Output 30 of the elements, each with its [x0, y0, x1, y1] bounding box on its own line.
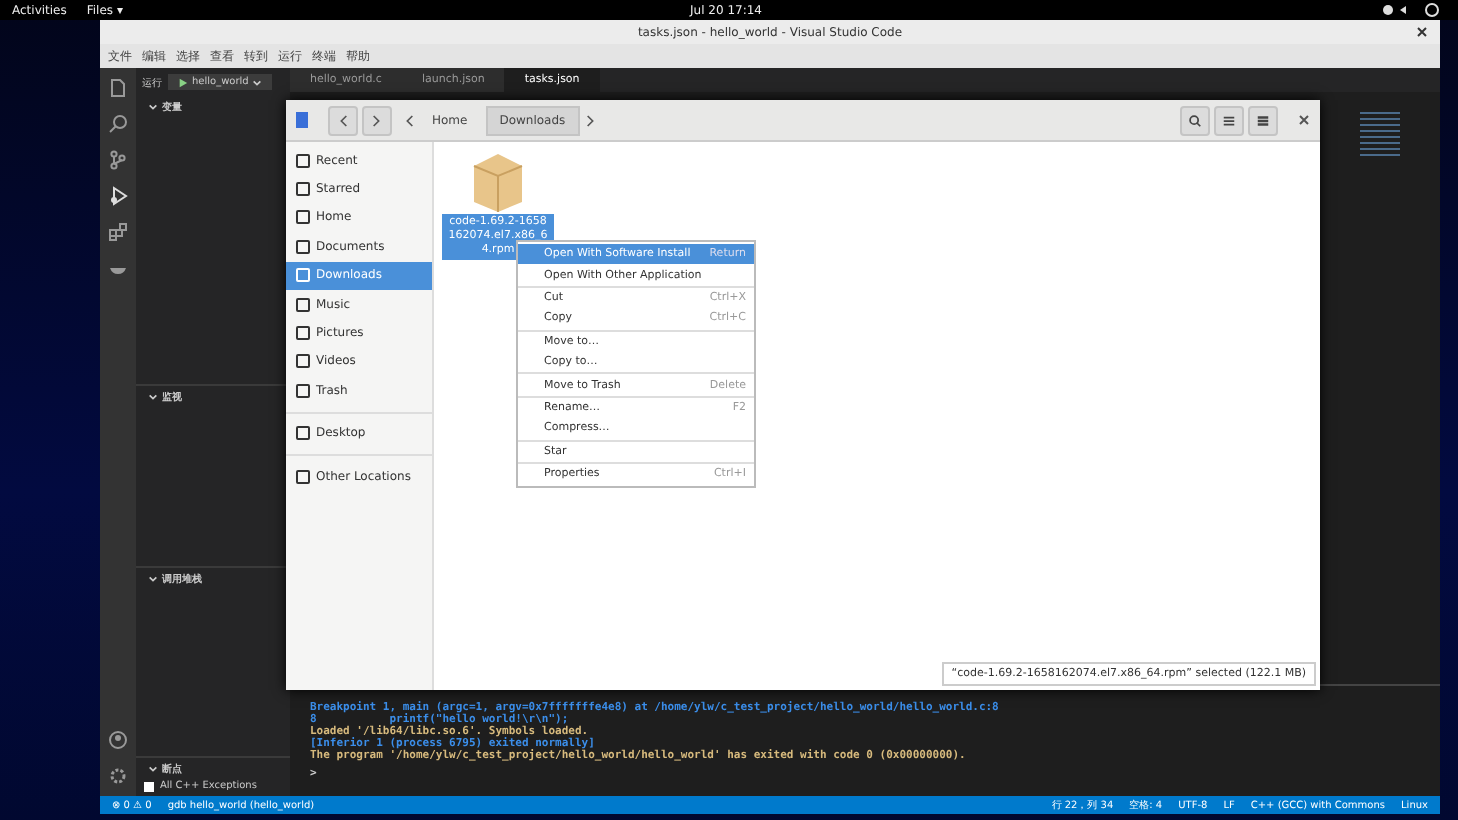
chevron-down-icon [148, 392, 158, 402]
list-view-icon [1222, 113, 1236, 127]
close-icon[interactable] [1416, 26, 1428, 38]
chevron-down-icon [148, 102, 158, 112]
search-icon [1188, 113, 1202, 127]
menu-button[interactable] [1248, 105, 1278, 135]
chevron-down-icon [252, 77, 263, 87]
search-button[interactable] [1180, 105, 1210, 135]
back-button[interactable] [328, 105, 358, 135]
settings-icon[interactable] [108, 766, 128, 786]
forward-button[interactable] [362, 105, 392, 135]
menu-icon [1256, 113, 1270, 127]
system-tray-icon[interactable] [1382, 2, 1442, 18]
files-icon[interactable] [108, 78, 128, 98]
package-icon[interactable] [468, 150, 528, 214]
view-button[interactable] [1214, 105, 1244, 135]
chevron-down-icon [148, 764, 158, 774]
extensions-icon[interactable] [108, 222, 128, 242]
play-icon [178, 77, 188, 87]
back-icon [338, 113, 348, 127]
account-icon[interactable] [108, 730, 128, 750]
chevron-down-icon [148, 574, 158, 584]
forward-icon [372, 113, 382, 127]
branch-icon[interactable] [108, 150, 128, 170]
close-icon[interactable] [1298, 114, 1310, 126]
path-left-icon[interactable] [404, 113, 414, 127]
checkbox[interactable] [144, 781, 154, 791]
path-right-icon[interactable] [585, 113, 596, 127]
search-icon[interactable] [108, 114, 128, 134]
run-debug-icon[interactable] [108, 186, 128, 206]
